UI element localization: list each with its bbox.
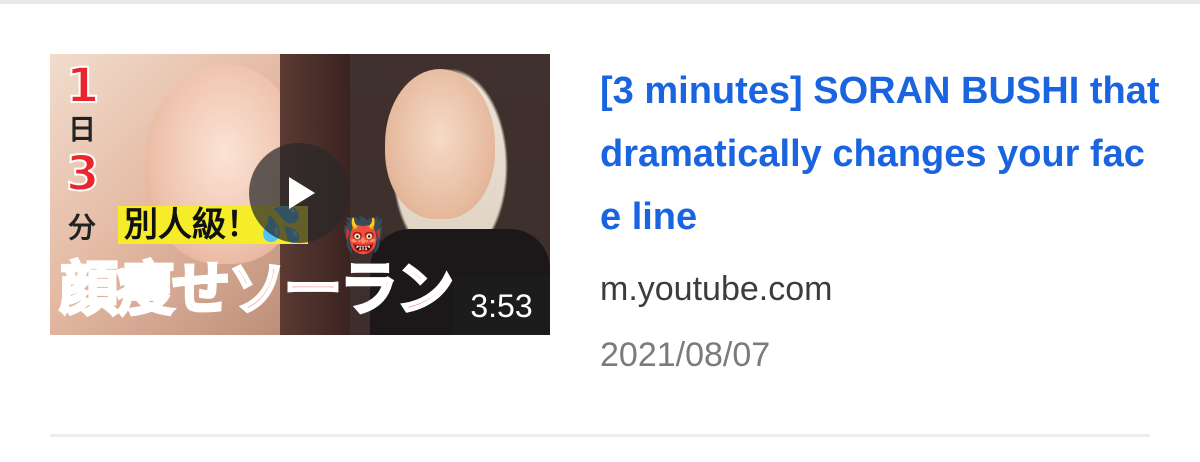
play-icon: [289, 177, 315, 209]
thumbnail-emoji: 👹: [342, 216, 385, 256]
video-title-link[interactable]: [3 minutes] SORAN BUSHI that dramaticall…: [600, 60, 1160, 249]
source-domain: m.youtube.com: [600, 270, 833, 308]
thumbnail-text-one: 1: [65, 58, 100, 114]
bottom-divider: [50, 434, 1150, 437]
duration-badge: 3:53: [453, 277, 550, 335]
thumbnail-text-day: 日: [68, 113, 97, 146]
publish-date: 2021/08/07: [600, 336, 771, 374]
play-button[interactable]: [249, 143, 349, 243]
thumbnail-text-minute: 分: [68, 211, 97, 244]
video-thumbnail[interactable]: 1 日 3 分 別人級！💦 👹 顔痩せソーラン 3:53: [50, 54, 550, 335]
thumbnail-text-three: 3: [65, 146, 100, 202]
thumbnail-headline: 顔痩せソーラン: [58, 255, 455, 323]
thumbnail-face-right: [385, 69, 495, 219]
video-result-card[interactable]: 1 日 3 分 別人級！💦 👹 顔痩せソーラン 3:53 [3 minutes]…: [0, 4, 1200, 434]
